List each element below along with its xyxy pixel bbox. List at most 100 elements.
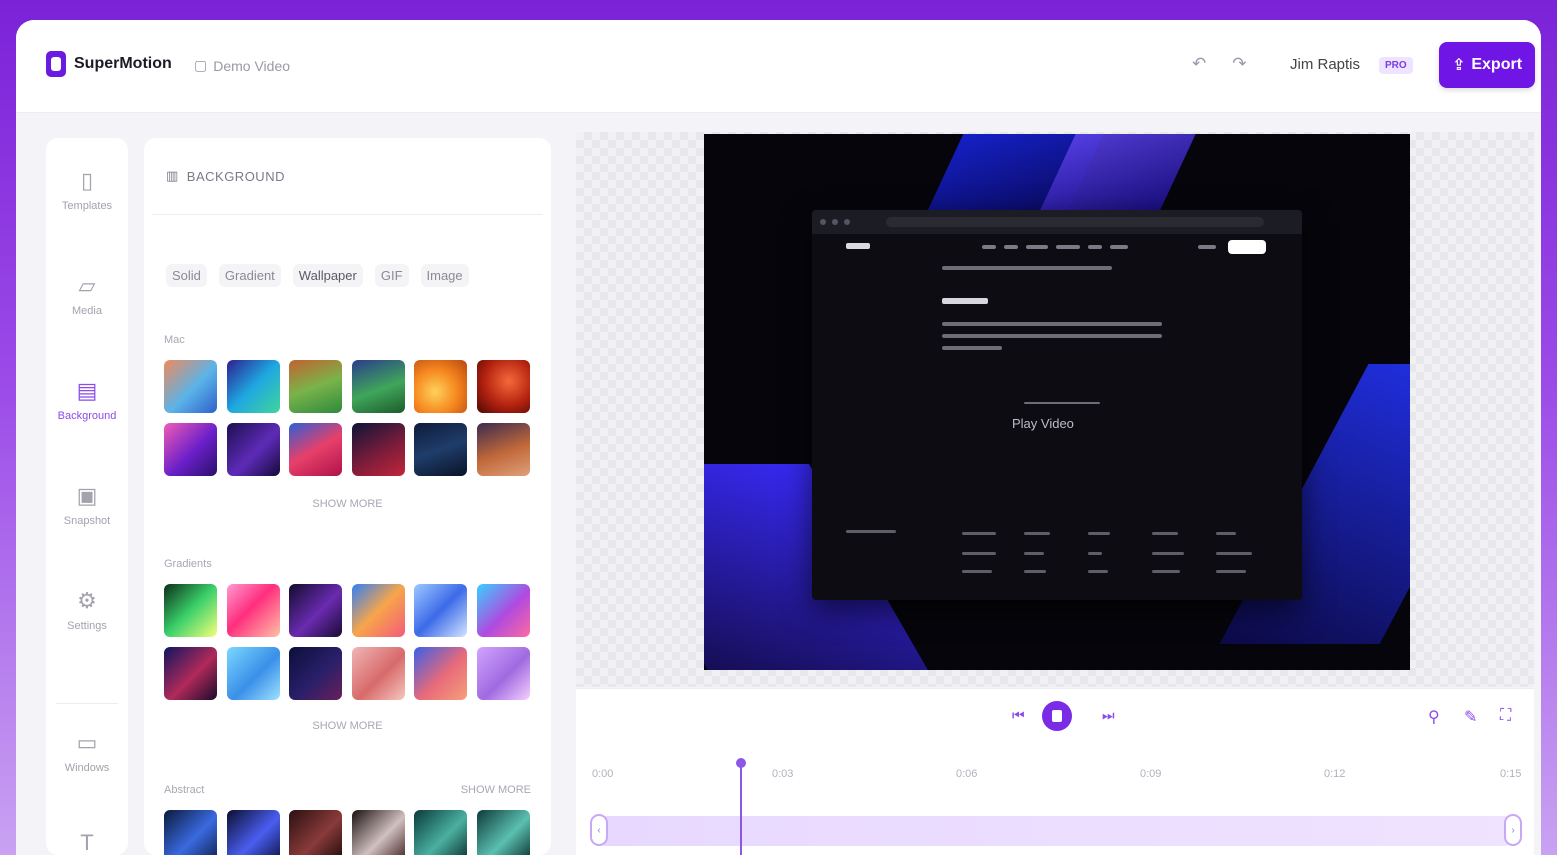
- section-label-abstract: Abstract: [164, 784, 205, 796]
- background-swatch[interactable]: [164, 584, 217, 637]
- background-swatch[interactable]: [164, 810, 217, 855]
- background-swatch[interactable]: [289, 810, 342, 855]
- timeline-tick: 0:06: [956, 768, 978, 780]
- background-swatch[interactable]: [164, 647, 217, 700]
- trim-start-handle[interactable]: ‹: [590, 814, 608, 846]
- pin-icon[interactable]: ⚲: [1428, 707, 1440, 727]
- background-swatch[interactable]: [414, 423, 467, 476]
- background-swatch[interactable]: [226, 584, 280, 637]
- skip-forward-icon[interactable]: ⏭: [1102, 707, 1115, 724]
- background-swatch[interactable]: [351, 810, 405, 855]
- background-icon: ▤: [76, 378, 98, 403]
- edit-icon[interactable]: ✎: [1464, 707, 1477, 727]
- footer-line: [1216, 570, 1246, 573]
- background-swatch[interactable]: [164, 423, 217, 476]
- browser-mockup: Play Video: [812, 210, 1302, 600]
- file-icon: ▢: [194, 57, 208, 73]
- window-dot: [820, 219, 826, 225]
- top-bar: SuperMotion ▢ Demo Video ↶ ↷ Jim Raptis …: [16, 20, 1541, 113]
- timeline-clip[interactable]: [592, 816, 1518, 846]
- background-swatch[interactable]: [476, 647, 530, 700]
- show-more-abstract[interactable]: SHOW MORE: [461, 784, 531, 796]
- site-logo: [846, 243, 870, 249]
- sidebar-item-snapshot[interactable]: ▣ Snapshot: [46, 461, 128, 551]
- sidebar-item-windows[interactable]: ▭ Windows: [46, 708, 128, 798]
- tab-image[interactable]: Image: [420, 264, 469, 287]
- show-more-mac[interactable]: SHOW MORE: [144, 498, 551, 510]
- playhead[interactable]: [736, 758, 746, 855]
- skip-back-icon[interactable]: ⏮: [1012, 707, 1025, 724]
- background-swatch[interactable]: [289, 584, 342, 637]
- footer-line: [1088, 570, 1108, 573]
- background-swatch[interactable]: [476, 423, 530, 476]
- user-name[interactable]: Jim Raptis: [1290, 56, 1360, 73]
- background-swatch[interactable]: [289, 423, 342, 476]
- background-swatch[interactable]: [476, 584, 530, 637]
- background-swatch[interactable]: [289, 360, 342, 413]
- browser-toolbar: [812, 210, 1302, 234]
- footer-line: [962, 532, 996, 535]
- timeline-tick: 0:15: [1500, 768, 1522, 780]
- tab-gradient[interactable]: Gradient: [218, 264, 281, 287]
- trim-end-handle[interactable]: ›: [1504, 814, 1522, 846]
- sidebar-item-label: Snapshot: [63, 515, 111, 527]
- background-swatch[interactable]: [226, 423, 280, 476]
- fullscreen-icon[interactable]: ⛶: [1500, 707, 1511, 725]
- tab-gif[interactable]: GIF: [374, 264, 409, 287]
- play-button[interactable]: [1042, 701, 1072, 731]
- plan-badge: PRO: [1379, 57, 1413, 74]
- background-swatch[interactable]: [476, 810, 530, 855]
- background-swatch[interactable]: [226, 810, 280, 855]
- tab-wallpaper[interactable]: Wallpaper: [292, 264, 363, 287]
- footer-line: [1216, 532, 1236, 535]
- heading-line: [942, 298, 988, 304]
- undo-icon[interactable]: ↶: [1192, 54, 1206, 74]
- window-dot: [832, 219, 838, 225]
- background-swatch[interactable]: [289, 647, 342, 700]
- background-swatch[interactable]: [226, 360, 280, 413]
- divider: [152, 214, 543, 215]
- background-swatch[interactable]: [351, 360, 405, 413]
- template-icon: ▯: [80, 168, 94, 193]
- sidebar-item-background[interactable]: ▤ Background: [46, 356, 128, 446]
- background-swatch[interactable]: [164, 360, 217, 413]
- footer-line: [1024, 532, 1050, 535]
- background-swatch[interactable]: [351, 584, 405, 637]
- timeline-tick: 0:12: [1324, 768, 1346, 780]
- background-swatch[interactable]: [414, 647, 467, 700]
- background-swatch[interactable]: [414, 584, 467, 637]
- sidebar: ▯ Templates ▱ Media ▤ Background ▣ Snaps…: [46, 138, 128, 855]
- project-title[interactable]: Demo Video: [213, 58, 290, 74]
- background-swatch[interactable]: [476, 360, 530, 413]
- site-nav: [812, 234, 1302, 264]
- text-line: [942, 346, 1002, 350]
- window-dot: [844, 219, 850, 225]
- background-swatch[interactable]: [351, 423, 405, 476]
- sidebar-item-media[interactable]: ▱ Media: [46, 251, 128, 341]
- snapshot-icon: ▣: [76, 483, 98, 508]
- export-button[interactable]: ⇪ Export: [1439, 42, 1535, 88]
- project-name[interactable]: ▢ Demo Video: [194, 57, 290, 74]
- background-swatch[interactable]: [226, 647, 280, 700]
- tab-solid[interactable]: Solid: [166, 264, 207, 287]
- section-label-mac: Mac: [164, 334, 185, 346]
- logo-icon: [46, 51, 66, 77]
- footer-line: [1152, 570, 1180, 573]
- site-link: [1198, 245, 1216, 249]
- site-link: [1004, 245, 1018, 249]
- panel-title: ▥ BACKGROUND: [166, 168, 285, 184]
- redo-icon[interactable]: ↷: [1232, 54, 1246, 74]
- site-link: [982, 245, 996, 249]
- logo[interactable]: SuperMotion: [46, 51, 172, 77]
- sidebar-item-settings[interactable]: ⚙ Settings: [46, 566, 128, 656]
- sidebar-item-templates[interactable]: ▯ Templates: [46, 146, 128, 236]
- sidebar-item-text[interactable]: T: [46, 798, 128, 855]
- show-more-gradients[interactable]: SHOW MORE: [144, 720, 551, 732]
- background-swatch[interactable]: [414, 360, 467, 413]
- background-swatch[interactable]: [351, 647, 405, 700]
- background-swatch[interactable]: [414, 810, 467, 855]
- playback-controls: ⏮ ⏭ ⚲ ✎ ⛶: [576, 688, 1534, 749]
- video-preview[interactable]: Play Video: [704, 134, 1410, 670]
- site-link: [1110, 245, 1128, 249]
- timeline[interactable]: 0:00 0:03 0:06 0:09 0:12 0:15 ‹ ›: [576, 748, 1534, 855]
